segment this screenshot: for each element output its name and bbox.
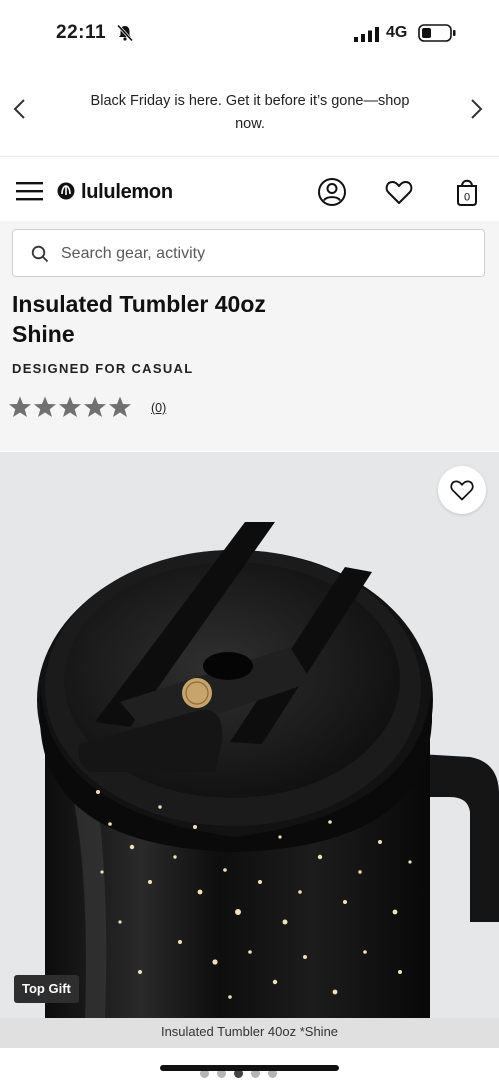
shopping-bag-icon[interactable]: 0 (452, 177, 482, 207)
star-icon (34, 396, 56, 417)
heart-icon (450, 480, 474, 501)
home-indicator[interactable] (160, 1065, 339, 1071)
user-icon[interactable] (317, 177, 347, 207)
lululemon-logo-icon[interactable] (57, 182, 75, 200)
site-header: lululemon 0 (0, 157, 499, 221)
favorite-button[interactable] (438, 466, 486, 514)
activity-label: DESIGNED FOR CASUAL (12, 361, 194, 376)
heart-icon[interactable] (384, 177, 414, 207)
product-title-line1: Insulated Tumbler 40oz (12, 291, 266, 317)
search-icon (31, 245, 49, 263)
promo-text[interactable]: Black Friday is here. Get it before it’s… (80, 90, 420, 136)
status-bar: 22:11 4G (0, 0, 499, 62)
bell-muted-icon (116, 24, 134, 42)
promo-banner: Black Friday is here. Get it before it’s… (0, 62, 499, 157)
product-title: Insulated Tumbler 40oz Shine (12, 289, 482, 349)
star-icon (59, 396, 81, 417)
product-image[interactable] (0, 452, 499, 1018)
image-caption: Insulated Tumbler 40oz *Shine (0, 1018, 499, 1048)
star-rating[interactable] (8, 395, 132, 419)
chevron-right-icon[interactable] (466, 98, 486, 120)
battery-icon (418, 24, 456, 42)
status-time: 22:11 (56, 22, 107, 43)
brand-logo-text[interactable]: lululemon (81, 181, 173, 204)
signal-icon (354, 27, 379, 42)
bag-count: 0 (464, 192, 470, 204)
hamburger-menu-icon[interactable] (16, 179, 44, 203)
review-count-link[interactable]: (0) (151, 401, 166, 415)
tumbler-image (37, 522, 499, 1018)
search-input[interactable] (59, 240, 463, 268)
star-icon (109, 396, 131, 417)
network-type: 4G (386, 24, 408, 41)
carousel-footer (0, 1048, 499, 1080)
product-title-line2: Shine (12, 321, 75, 347)
chevron-left-icon[interactable] (10, 98, 30, 120)
search-bar[interactable] (12, 229, 485, 277)
top-gift-badge: Top Gift (14, 975, 79, 1003)
star-icon (84, 396, 106, 417)
star-icon (9, 396, 31, 417)
